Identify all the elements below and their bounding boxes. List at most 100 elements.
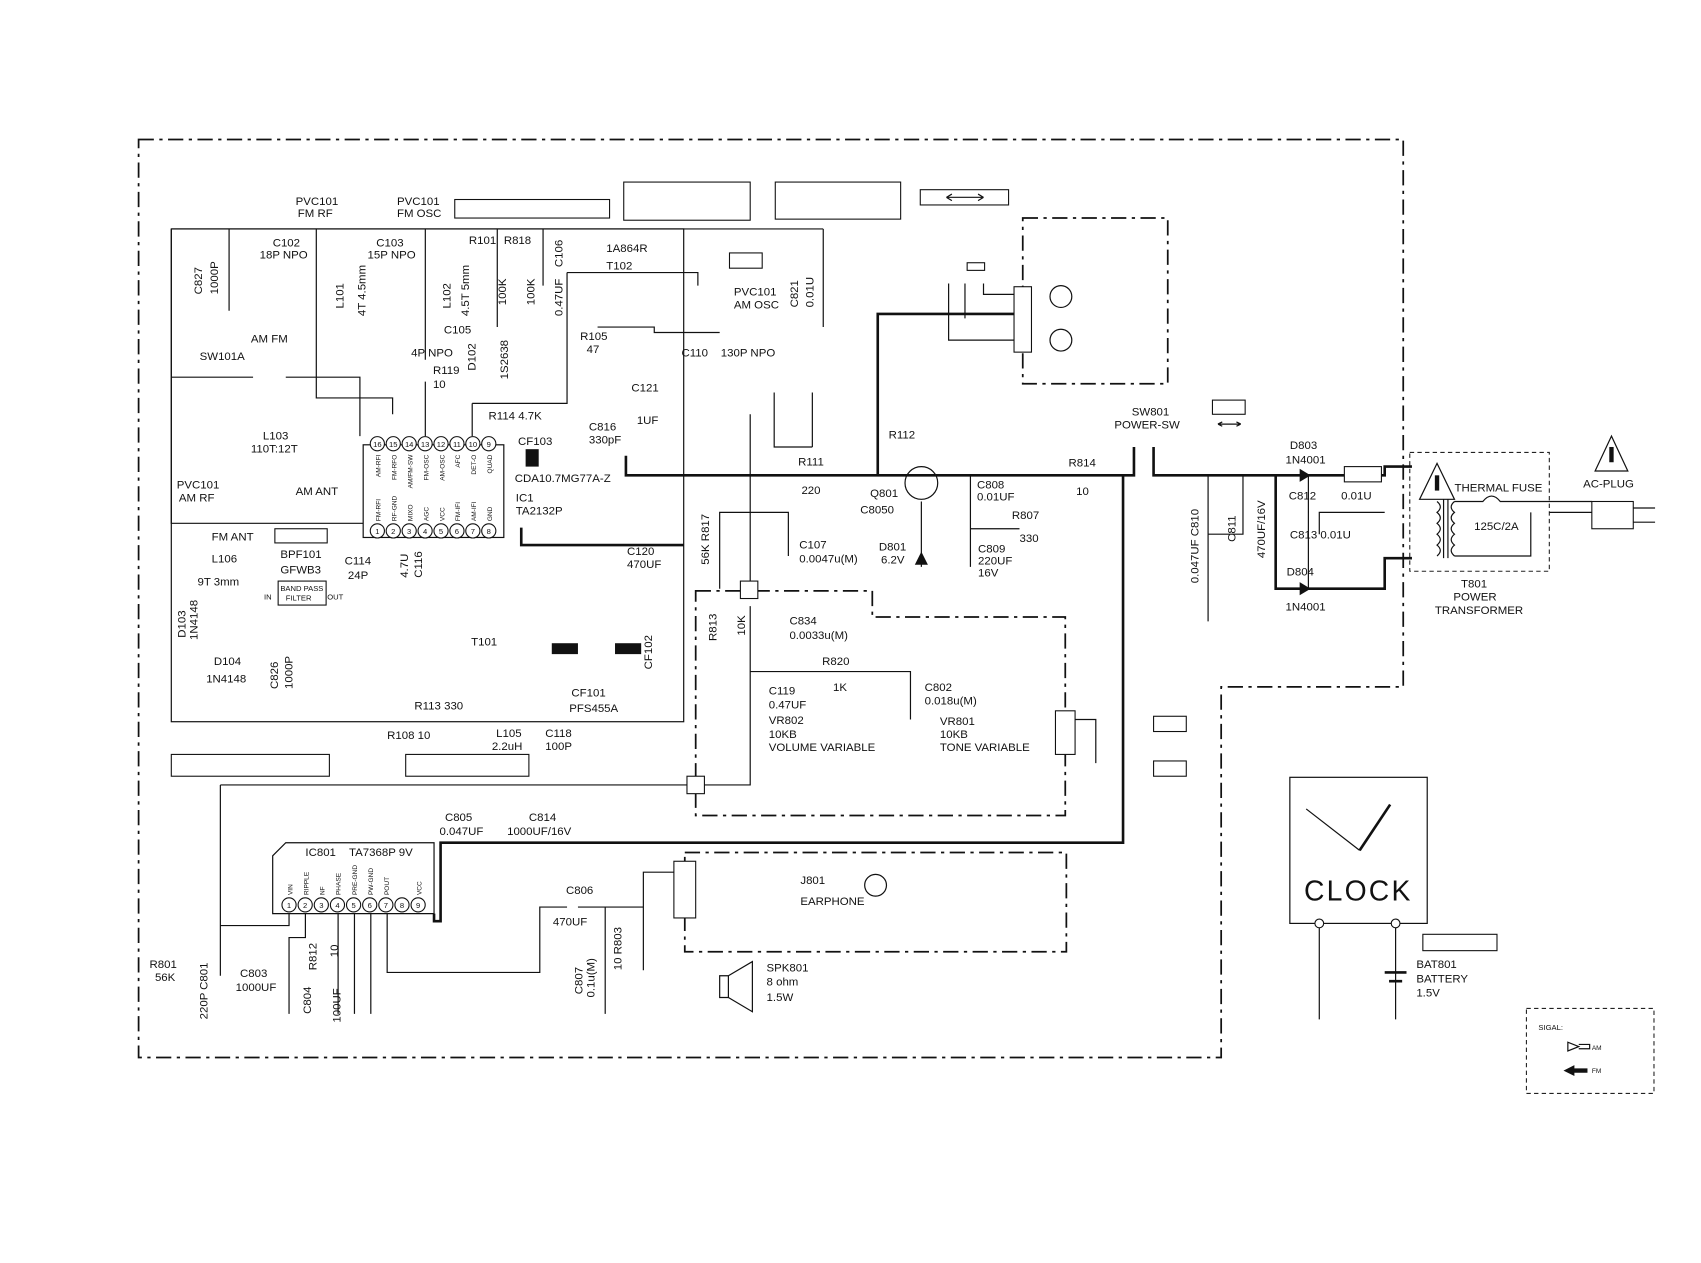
svg-text:C801: C801 — [198, 963, 210, 990]
svg-text:SPK801: SPK801 — [767, 962, 809, 974]
svg-text:POWER-SW: POWER-SW — [1114, 419, 1180, 431]
svg-text:2.2uH: 2.2uH — [492, 741, 523, 753]
svg-text:1000UF: 1000UF — [236, 982, 277, 994]
svg-text:AM OSC: AM OSC — [734, 300, 779, 312]
pin-number: 1 — [375, 527, 379, 536]
cf103-filter-icon — [525, 449, 539, 467]
svg-text:IN: IN — [264, 593, 272, 602]
svg-text:R105: R105 — [580, 331, 607, 343]
d801-zener-icon — [914, 551, 928, 565]
svg-text:4.5T 5mm: 4.5T 5mm — [460, 265, 472, 316]
svg-text:4T 4.5mm: 4T 4.5mm — [356, 265, 368, 316]
svg-text:16V: 16V — [978, 568, 999, 580]
pin-number: 5 — [439, 527, 443, 536]
svg-text:R813: R813 — [707, 614, 719, 641]
svg-text:10 R803: 10 R803 — [613, 927, 625, 970]
svg-text:L103: L103 — [263, 430, 288, 442]
svg-text:8 ohm: 8 ohm — [767, 977, 799, 989]
warning-icon — [1594, 434, 1629, 472]
svg-text:J801: J801 — [800, 875, 825, 887]
ic-pin: 3 NF — [313, 886, 329, 913]
svg-text:D804: D804 — [1287, 567, 1315, 579]
ic-pin: 2 RIPPLE — [297, 871, 313, 913]
svg-text:R114 4.7K: R114 4.7K — [489, 411, 543, 423]
pin-name: VIN — [287, 884, 294, 895]
jack-terminal — [673, 860, 697, 919]
pin-number: 9 — [416, 901, 420, 910]
svg-text:0.47UF: 0.47UF — [554, 279, 566, 317]
pin-name: PHASE — [336, 872, 343, 895]
svg-text:C120: C120 — [627, 546, 654, 558]
svg-text:AC-PLUG: AC-PLUG — [1583, 478, 1634, 490]
pin-number: 8 — [400, 901, 404, 910]
svg-text:110T:12T: 110T:12T — [251, 443, 298, 455]
svg-text:VOLUME VARIABLE: VOLUME VARIABLE — [769, 742, 876, 754]
fuse-icon — [1343, 466, 1382, 483]
svg-text:BAT801: BAT801 — [1416, 959, 1456, 971]
svg-text:C804: C804 — [302, 986, 314, 1014]
svg-text:L106: L106 — [212, 554, 237, 566]
schematic-diagram: 16AM-RFI15FM-RFO14AM/FM-SW13FM-OSC12AM-O… — [137, 138, 1656, 1095]
svg-text:220UF: 220UF — [978, 556, 1012, 568]
svg-text:VR801: VR801 — [940, 716, 975, 728]
pin-number: 4 — [335, 901, 340, 910]
pin-number: 1 — [287, 901, 291, 910]
svg-text:C110: C110 — [682, 347, 709, 359]
svg-text:10KB: 10KB — [769, 729, 797, 741]
ic-pin: 5 PRE-GND — [345, 865, 362, 913]
svg-text:24P: 24P — [348, 570, 369, 582]
svg-text:1N4001: 1N4001 — [1285, 602, 1325, 614]
ic-pin: 8 GND — [481, 506, 497, 539]
svg-text:330pF: 330pF — [589, 435, 621, 447]
svg-text:1000P: 1000P — [209, 261, 221, 294]
pin-name: GND — [487, 506, 494, 521]
svg-text:D801: D801 — [879, 542, 906, 554]
svg-text:FM ANT: FM ANT — [212, 532, 254, 544]
svg-text:1000UF/16V: 1000UF/16V — [507, 826, 572, 838]
svg-text:R101: R101 — [469, 235, 496, 247]
svg-text:0.47UF: 0.47UF — [769, 700, 807, 712]
svg-text:56K: 56K — [155, 972, 176, 984]
clock-terminal — [1390, 918, 1401, 929]
svg-text:R801: R801 — [149, 959, 176, 971]
svg-text:C102: C102 — [273, 237, 300, 249]
svg-text:C813 0.01U: C813 0.01U — [1290, 530, 1351, 542]
svg-text:Q801: Q801 — [870, 488, 898, 500]
pin-number: 2 — [303, 901, 307, 910]
speaker-icon — [719, 960, 753, 1013]
legend-am: AM — [1592, 1045, 1602, 1052]
svg-text:R807: R807 — [1012, 510, 1039, 522]
thermal-warning-icon — [1418, 461, 1456, 500]
svg-text:PVC101: PVC101 — [734, 286, 777, 298]
svg-text:18P NPO: 18P NPO — [260, 249, 308, 261]
svg-text:D104: D104 — [214, 656, 242, 668]
svg-text:0.0047u(M): 0.0047u(M) — [799, 554, 858, 566]
svg-text:C827: C827 — [193, 267, 205, 294]
svg-text:C821: C821 — [789, 280, 801, 307]
svg-text:C803: C803 — [240, 968, 267, 980]
svg-text:AM RF: AM RF — [179, 492, 215, 504]
lamp-icon — [1049, 328, 1073, 352]
pin-name: PW-GND — [368, 868, 375, 895]
svg-text:0.0033u(M): 0.0033u(M) — [789, 630, 848, 642]
terminal-block — [1013, 286, 1033, 353]
svg-text:C816: C816 — [589, 422, 616, 434]
legend-fm: FM — [1592, 1068, 1601, 1075]
svg-text:1.5V: 1.5V — [1416, 987, 1440, 999]
connector — [686, 775, 705, 795]
pin-number: 6 — [368, 901, 372, 910]
svg-text:C107: C107 — [799, 539, 826, 551]
cf101-filter-icon — [551, 643, 578, 655]
component-labels: PVC101FM RF PVC101FM OSC C827 1000P C1021… — [149, 196, 1634, 1075]
svg-text:R820: R820 — [822, 656, 849, 668]
ic-pin: 5 VCC — [433, 507, 449, 539]
pin-number: 14 — [405, 440, 414, 449]
svg-text:CDA10.7MG77A-Z: CDA10.7MG77A-Z — [515, 473, 611, 485]
svg-text:FM RF: FM RF — [298, 208, 333, 220]
svg-text:100UF: 100UF — [331, 988, 343, 1022]
q801-transistor-icon — [904, 466, 939, 500]
svg-text:0.1u(M): 0.1u(M) — [585, 958, 597, 998]
ic-pin: 6 PW-GND — [362, 868, 378, 913]
pin-number: 13 — [421, 440, 429, 449]
svg-text:T102: T102 — [606, 260, 632, 272]
